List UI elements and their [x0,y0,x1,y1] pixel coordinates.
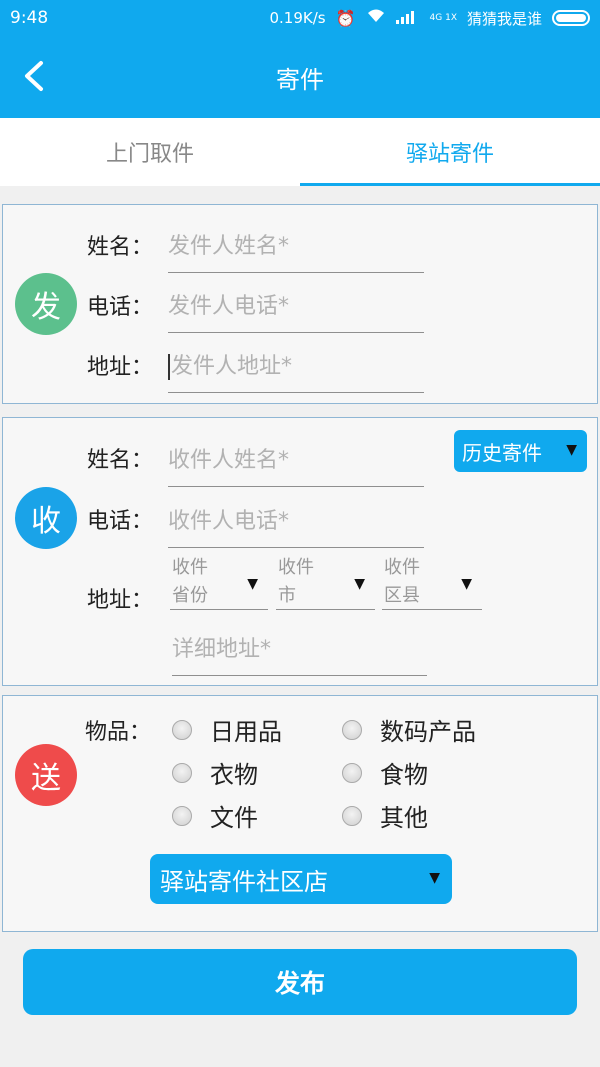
station-select[interactable]: 驿站寄件社区店 ▼ [150,854,452,904]
province-line1: 收件 [172,557,208,578]
sender-address-label: 地址： [87,355,154,380]
province-select[interactable]: 收件 省份 ▼ [170,554,268,610]
radio-label: 衣物 [210,761,258,789]
receiver-name-placeholder: 收件人姓名* [168,448,290,473]
radio-label: 文件 [210,804,258,832]
app-bar: 寄件 [0,36,600,118]
signal-icon [395,9,420,28]
province-line2: 省份 [172,585,208,606]
city-line2: 市 [278,585,296,606]
radio-circle-icon [342,719,362,740]
battery-icon [552,10,590,26]
radio-circle-icon [172,805,192,826]
radio-food[interactable]: 食物 [342,755,428,790]
detail-address-input[interactable]: 详细地址* [172,622,427,676]
radio-label: 数码产品 [380,718,476,746]
items-badge: 送 [15,744,77,806]
sender-badge: 发 [15,273,77,335]
sender-name-placeholder: 发件人姓名* [168,234,290,259]
sender-phone-label: 电话： [87,295,154,320]
city-select-text: 收件 市 [278,554,338,610]
receiver-phone-input[interactable]: 收件人电话* [168,497,424,548]
sender-panel: 发 姓名： 发件人姓名* 电话： 发件人电话* 地址： 发件人地址* [2,204,598,404]
radio-circle-icon [342,805,362,826]
radio-circle-icon [172,719,192,740]
dropdown-arrow-icon: ▼ [429,870,440,886]
history-send-label: 历史寄件 [462,440,542,465]
district-line1: 收件 [384,557,420,578]
receiver-address-label: 地址： [87,588,154,613]
radio-label: 其他 [380,804,428,832]
publish-button[interactable]: 发布 [23,949,577,1015]
network-speed: 0.19K/s [269,9,326,27]
city-select[interactable]: 收件 市 ▼ [276,554,375,610]
sender-phone-input[interactable]: 发件人电话* [168,283,424,333]
tab-bar: 上门取件 驿站寄件 [0,118,600,186]
sender-name-label: 姓名： [87,235,154,260]
network-type: 4G 1X [429,12,457,23]
alarm-icon: ⏰ [335,8,356,28]
status-right: 0.19K/s ⏰ 4G 1X 猜猜我是谁 [269,8,590,29]
province-select-text: 收件 省份 [172,554,232,610]
wifi-icon [366,8,386,28]
receiver-badge: 收 [15,487,77,549]
tab-door-pickup[interactable]: 上门取件 [0,118,300,186]
radio-documents[interactable]: 文件 [172,798,258,833]
radio-digital-products[interactable]: 数码产品 [342,712,476,747]
dropdown-arrow-icon: ▼ [566,442,577,458]
carrier-name: 猜猜我是谁 [466,9,542,28]
tab-station-send[interactable]: 驿站寄件 [300,118,600,186]
sender-phone-placeholder: 发件人电话* [168,294,290,319]
items-label: 物品： [85,720,152,745]
status-bar: 9:48 0.19K/s ⏰ 4G 1X 猜猜我是谁 [0,0,600,36]
radio-circle-icon [172,762,192,783]
radio-circle-icon [342,762,362,783]
station-select-label: 驿站寄件社区店 [160,867,328,896]
history-send-dropdown[interactable]: 历史寄件 ▼ [454,430,587,472]
page-title: 寄件 [276,65,324,94]
radio-label: 食物 [380,761,428,789]
sender-name-input[interactable]: 发件人姓名* [168,223,424,273]
radio-clothing[interactable]: 衣物 [172,755,258,790]
radio-label: 日用品 [210,718,282,746]
receiver-name-input[interactable]: 收件人姓名* [168,436,424,487]
status-time: 9:48 [10,8,49,28]
receiver-phone-label: 电话： [87,509,154,534]
district-select-text: 收件 区县 [384,554,444,610]
dropdown-arrow-icon: ▼ [354,576,365,592]
receiver-name-label: 姓名： [87,448,154,473]
city-line1: 收件 [278,557,314,578]
sender-address-input[interactable]: 发件人地址* [168,343,424,393]
radio-daily-goods[interactable]: 日用品 [172,712,282,747]
dropdown-arrow-icon: ▼ [461,576,472,592]
receiver-phone-placeholder: 收件人电话* [168,509,290,534]
detail-address-placeholder: 详细地址* [172,637,272,662]
radio-other[interactable]: 其他 [342,798,428,833]
district-line2: 区县 [384,585,420,606]
district-select[interactable]: 收件 区县 ▼ [382,554,482,610]
receiver-panel: 收 历史寄件 ▼ 姓名： 收件人姓名* 电话： 收件人电话* 地址： 收件 省份… [2,417,598,686]
dropdown-arrow-icon: ▼ [247,576,258,592]
items-panel: 送 物品： 日用品 数码产品 衣物 食物 文件 其他 驿站寄件社区店 ▼ [2,695,598,932]
sender-address-placeholder: 发件人地址* [171,354,293,379]
